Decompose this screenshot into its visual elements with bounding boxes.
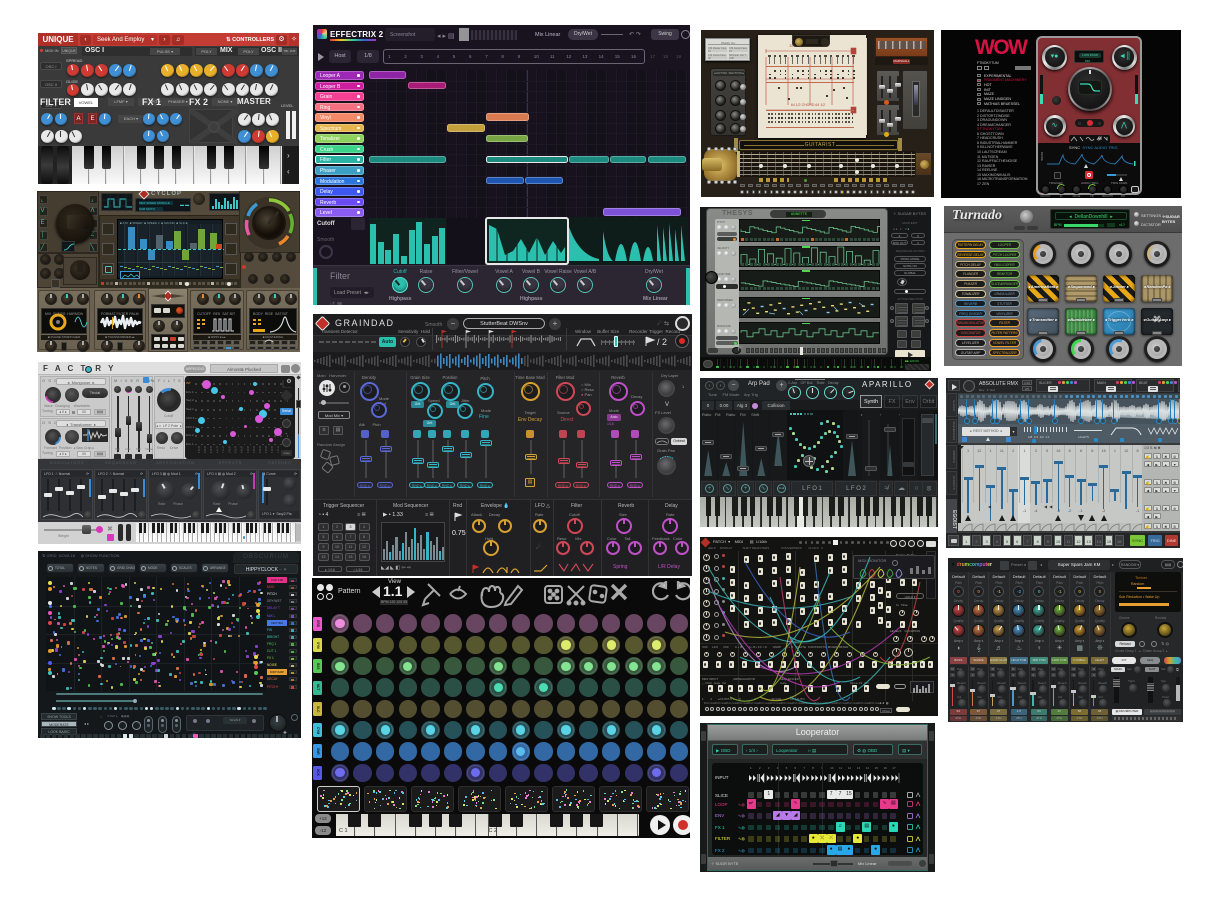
- svg-text:FORMAT FILTER PALM: FORMAT FILTER PALM: [101, 312, 139, 316]
- svg-text:/ 2: / 2: [657, 337, 667, 347]
- svg-text:MIX SLT RG HARMON: MIX SLT RG HARMON: [45, 312, 83, 316]
- svg-text:CUTOFF RES SAT BIT: CUTOFF RES SAT BIT: [197, 312, 236, 316]
- svg-text:BODY RISE SAT BIT: BODY RISE SAT BIT: [253, 312, 289, 316]
